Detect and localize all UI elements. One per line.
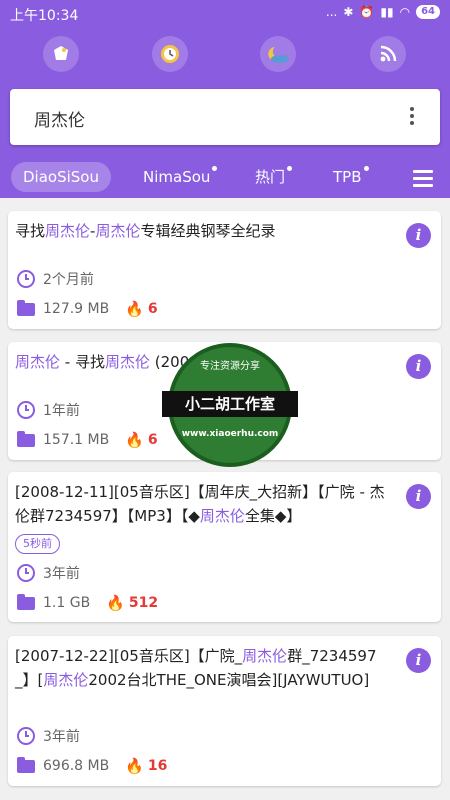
- heat-count: 512: [128, 595, 159, 611]
- tab-nimasou[interactable]: NimaSou: [143, 162, 218, 192]
- battery-icon: 64: [416, 5, 440, 19]
- fire-icon: 🔥: [125, 757, 144, 775]
- status-icons: ... ✱ ⏰ ▮▮ ◠ 64: [326, 5, 440, 19]
- folder-icon: [17, 430, 35, 447]
- file-size: 696.8 MB: [43, 758, 110, 774]
- more-options-icon[interactable]: [410, 107, 414, 128]
- heat-count: 6: [147, 301, 158, 317]
- folder-icon: [17, 756, 35, 773]
- alarm-off-icon: ⏰: [359, 5, 375, 19]
- wifi-icon: ◠: [399, 5, 411, 19]
- tab-hot[interactable]: 热门: [255, 162, 293, 192]
- new-dot: [287, 166, 293, 171]
- result-age: 2个月前: [17, 269, 94, 289]
- fire-icon: 🔥: [125, 431, 144, 449]
- result-age: 1年前: [17, 400, 80, 420]
- fire-icon: 🔥: [125, 300, 144, 318]
- tab-label: DiaoSiSou: [23, 168, 99, 186]
- signal-icon: ▮▮: [380, 5, 394, 19]
- new-dot: [212, 166, 218, 171]
- tab-label: TPB: [333, 168, 362, 186]
- watermark-top-text: 专注资源分享: [200, 361, 260, 372]
- tab-tpb[interactable]: TPB: [333, 162, 369, 192]
- status-time: 上午10:34: [10, 8, 79, 24]
- more-dots-icon: ...: [325, 5, 338, 19]
- app-header: 上午10:34 ... ✱ ⏰ ▮▮ ◠ 64 周杰伦 DiaoSiSou Ni…: [0, 0, 450, 198]
- quick-actions: [0, 36, 450, 72]
- info-icon[interactable]: i: [406, 648, 431, 673]
- status-bar: 上午10:34 ... ✱ ⏰ ▮▮ ◠ 64: [0, 0, 450, 28]
- clock-icon[interactable]: [152, 36, 188, 72]
- result-meta: 157.1 MB 🔥 6: [17, 430, 158, 449]
- folder-icon: [17, 593, 35, 610]
- result-card[interactable]: 寻找周杰伦-周杰伦专辑经典钢琴全纪录 i 2个月前 127.9 MB 🔥 6: [8, 211, 441, 329]
- file-size: 1.1 GB: [43, 595, 91, 611]
- tab-diaosisou[interactable]: DiaoSiSou: [11, 162, 111, 192]
- result-age: 3年前: [17, 563, 80, 583]
- home-shield-icon[interactable]: [43, 36, 79, 72]
- result-title[interactable]: [2007-12-22][05音乐区]【广院_周杰伦群_7234597_】[周杰…: [15, 644, 385, 692]
- heat-count: 16: [147, 758, 168, 774]
- night-mode-icon[interactable]: [260, 36, 296, 72]
- watermark-band-text: 小二胡工作室: [162, 391, 298, 417]
- search-input[interactable]: 周杰伦: [34, 106, 85, 131]
- time-badge: 5秒前: [15, 534, 60, 554]
- heat-count: 6: [147, 432, 158, 448]
- menu-icon[interactable]: [413, 170, 433, 191]
- watermark-logo: 专注资源分享 小二胡工作室 www.xiaoerhu.com: [162, 343, 298, 467]
- folder-icon: [17, 299, 35, 316]
- result-card[interactable]: [2007-12-22][05音乐区]【广院_周杰伦群_7234597_】[周杰…: [8, 636, 441, 786]
- result-age: 3年前: [17, 726, 80, 746]
- clock-icon: [17, 564, 35, 582]
- clock-icon: [17, 270, 35, 288]
- watermark-url: www.xiaoerhu.com: [181, 429, 279, 439]
- result-card[interactable]: [2008-12-11][05音乐区]【周年庆_大招新】【广院 - 杰伦群723…: [8, 472, 441, 622]
- info-icon[interactable]: i: [406, 354, 431, 379]
- fire-icon: 🔥: [106, 594, 125, 612]
- clock-icon: [17, 401, 35, 419]
- clock-icon: [17, 727, 35, 745]
- result-title[interactable]: [2008-12-11][05音乐区]【周年庆_大招新】【广院 - 杰伦群723…: [15, 480, 385, 528]
- search-box[interactable]: 周杰伦: [10, 89, 440, 145]
- info-icon[interactable]: i: [406, 484, 431, 509]
- bluetooth-icon: ✱: [343, 5, 354, 19]
- result-meta: 127.9 MB 🔥 6: [17, 299, 158, 318]
- info-icon[interactable]: i: [406, 223, 431, 248]
- source-tabs: DiaoSiSou NimaSou 热门 TPB: [0, 158, 450, 198]
- result-title[interactable]: 寻找周杰伦-周杰伦专辑经典钢琴全纪录: [15, 219, 385, 243]
- file-size: 127.9 MB: [43, 301, 110, 317]
- rss-icon[interactable]: [370, 36, 406, 72]
- result-meta: 1.1 GB 🔥 512: [17, 593, 159, 612]
- result-meta: 696.8 MB 🔥 16: [17, 756, 168, 775]
- file-size: 157.1 MB: [43, 432, 110, 448]
- new-dot: [363, 166, 369, 171]
- tab-label: 热门: [255, 168, 286, 186]
- tab-label: NimaSou: [143, 168, 211, 186]
